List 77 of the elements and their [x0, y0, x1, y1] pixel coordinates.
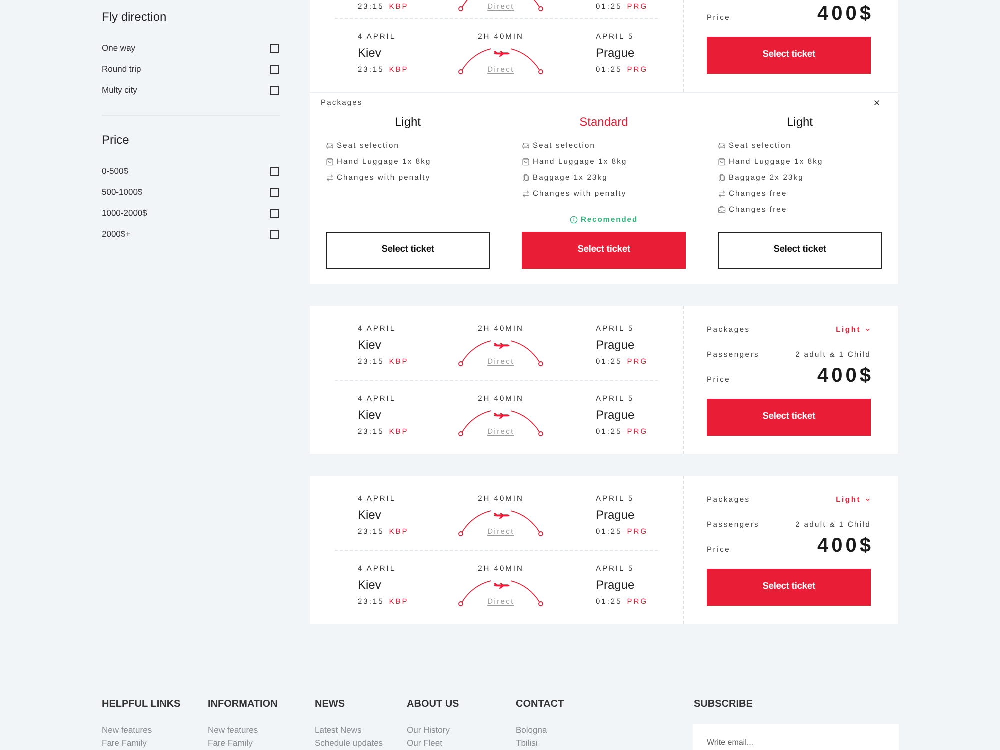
armchair-icon [718, 142, 726, 150]
footer-heading: HELPFUL LINKS [102, 699, 181, 711]
footer-link[interactable]: Schedule updates [315, 737, 384, 750]
footer-link[interactable]: Latest News [315, 724, 362, 737]
select-ticket-button[interactable]: Select ticket [707, 569, 871, 606]
select-ticket-button[interactable]: Select ticket [718, 232, 882, 269]
airplane-icon [492, 582, 510, 589]
package-name: Light [394, 115, 422, 129]
chevron-down-icon [865, 497, 871, 503]
chevron-down-icon [865, 327, 871, 333]
city-name: Prague [596, 46, 635, 60]
footer-link[interactable]: Our History [407, 724, 450, 737]
checkbox[interactable] [270, 167, 279, 176]
footer-link[interactable]: Our Fleet [407, 737, 442, 750]
city-name: Kiev [358, 338, 382, 352]
city-name: Prague [596, 408, 635, 422]
filter-heading: Fly direction [102, 9, 167, 25]
filter-option-label: 0-500$ [102, 166, 128, 177]
select-ticket-button[interactable]: Select ticket [326, 232, 490, 269]
airplane-icon [492, 412, 510, 419]
filter-option-label: 1000-2000$ [102, 208, 148, 219]
footer-link[interactable]: New features [208, 724, 258, 737]
city-name: Kiev [358, 578, 382, 592]
footer-link[interactable]: New features [102, 724, 152, 737]
city-name: Kiev [358, 408, 382, 422]
price-amount: 400$ [818, 364, 874, 388]
checkbox[interactable] [270, 65, 279, 74]
select-ticket-button[interactable]: Select ticket [707, 399, 871, 436]
checkbox[interactable] [270, 230, 279, 239]
close-icon [873, 99, 881, 107]
checkbox[interactable] [270, 44, 279, 53]
package-name: Light [786, 115, 814, 129]
bag-icon [718, 158, 726, 166]
bag-icon [522, 158, 530, 166]
city-name: Kiev [358, 46, 382, 60]
bag-icon [326, 158, 334, 166]
footer-heading: INFORMATION [208, 699, 278, 711]
footer-heading: SUBSCRIBE [694, 699, 753, 711]
armchair-icon [326, 142, 334, 150]
footer-heading: CONTACT [516, 699, 564, 711]
swap-arrows-icon [718, 190, 726, 198]
swap-arrows-icon [522, 190, 530, 198]
checkbox[interactable] [270, 86, 279, 95]
city-name: Prague [596, 338, 635, 352]
select-ticket-button[interactable]: Select ticket [522, 232, 686, 269]
city-name: Prague [596, 578, 635, 592]
filter-option-label: One way [102, 43, 136, 54]
airplane-icon [492, 50, 510, 57]
filter-option-label: Multy city [102, 85, 138, 96]
footer-link[interactable]: Fare Family [208, 737, 253, 750]
swap-arrows-icon [326, 174, 334, 182]
city-name: Kiev [358, 508, 382, 522]
filter-option-label: Round trip [102, 64, 142, 75]
price-amount: 400$ [818, 534, 874, 558]
briefcase-icon [718, 206, 726, 214]
suitcase-icon [718, 174, 726, 182]
checkbox[interactable] [270, 188, 279, 197]
footer-link[interactable]: Bologna [516, 724, 548, 737]
checkbox[interactable] [270, 209, 279, 218]
armchair-icon [522, 142, 530, 150]
filter-option-label: 2000$+ [102, 229, 131, 240]
footer-heading: ABOUT US [407, 699, 460, 711]
info-icon [570, 216, 578, 224]
city-name: Prague [596, 508, 635, 522]
price-amount: 400$ [818, 2, 874, 26]
footer-link[interactable]: Tbilisi [516, 737, 538, 750]
close-button[interactable] [873, 99, 881, 107]
airplane-icon [492, 512, 510, 519]
select-ticket-button[interactable]: Select ticket [707, 37, 871, 74]
suitcase-icon [522, 174, 530, 182]
package-name: Standard [580, 115, 628, 129]
filter-heading: Price [102, 132, 130, 148]
email-field[interactable]: Write email... [693, 724, 899, 750]
footer-link[interactable]: Fare Family [102, 737, 147, 750]
airplane-icon [492, 342, 510, 349]
filter-option-label: 500-1000$ [102, 187, 143, 198]
footer-heading: NEWS [315, 699, 345, 711]
